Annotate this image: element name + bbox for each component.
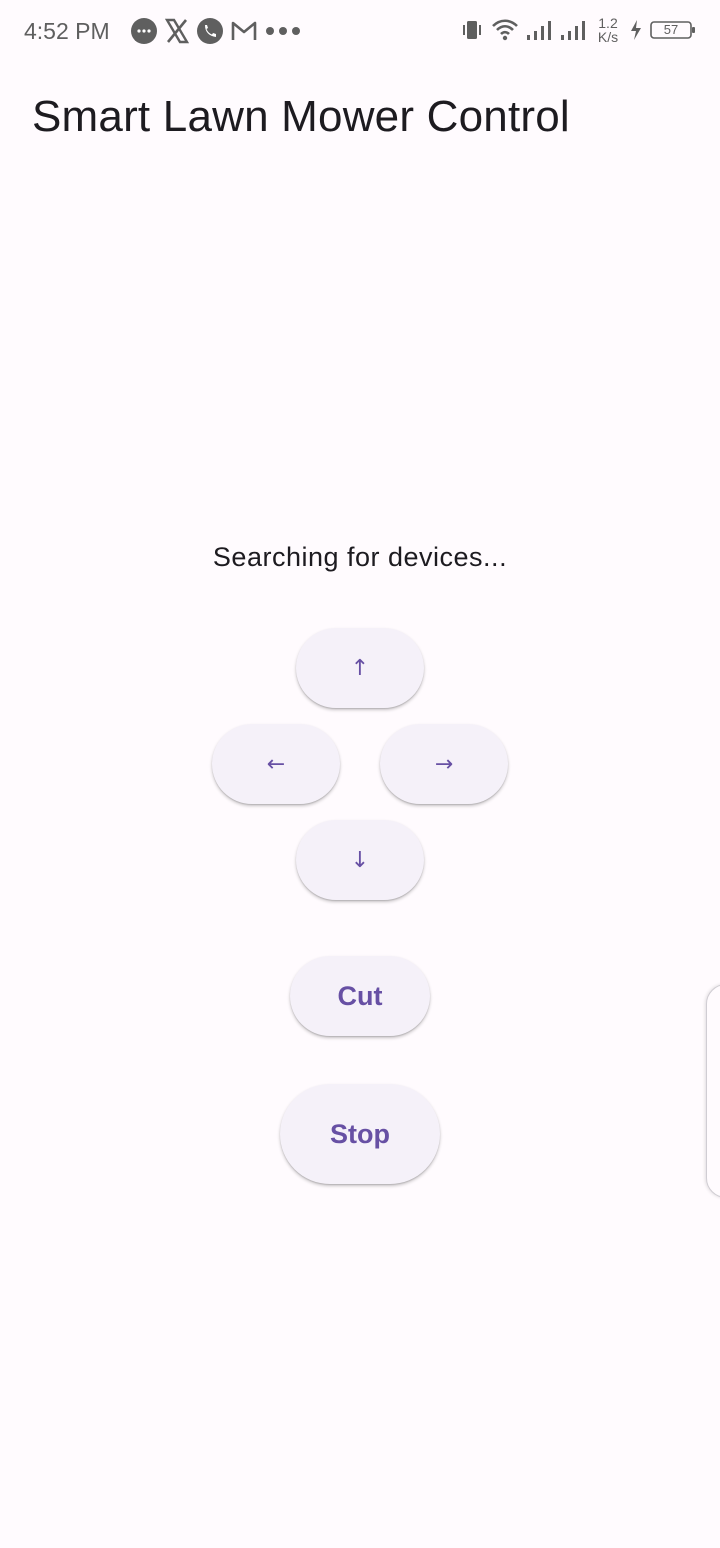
system-icons: 1.2 K/s 57: [460, 16, 696, 44]
move-forward-button[interactable]: ↑: [296, 628, 424, 708]
signal-icon: [560, 19, 586, 41]
status-time: 4:52 PM: [24, 18, 110, 44]
cut-button[interactable]: Cut: [290, 956, 430, 1036]
battery-icon: 57: [650, 21, 696, 39]
page-title: Smart Lawn Mower Control: [32, 92, 570, 141]
gmail-icon: [230, 19, 258, 43]
turn-right-button[interactable]: →: [380, 724, 508, 804]
status-bar: 4:52 PM 1.2 K/s 57: [0, 0, 720, 64]
network-speed-unit: K/s: [597, 29, 619, 45]
network-speed-value: 1.2: [598, 15, 618, 31]
network-speed: 1.2 K/s: [594, 16, 622, 44]
move-backward-button[interactable]: ↓: [296, 820, 424, 900]
edge-panel-handle[interactable]: [706, 984, 720, 1198]
x-icon: [164, 18, 190, 44]
notification-icons: [130, 17, 304, 45]
more-dots-icon: [264, 26, 304, 36]
battery-level: 57: [663, 22, 679, 37]
turn-left-button[interactable]: ←: [212, 724, 340, 804]
vibrate-icon: [460, 18, 484, 42]
wifi-icon: [492, 19, 518, 41]
device-search-status: Searching for devices...: [212, 542, 508, 572]
stop-button[interactable]: Stop: [280, 1084, 440, 1184]
phone-icon: [196, 17, 224, 45]
chat-bubble-icon: [130, 17, 158, 45]
charging-icon: [630, 20, 642, 40]
signal-icon: [526, 19, 552, 41]
